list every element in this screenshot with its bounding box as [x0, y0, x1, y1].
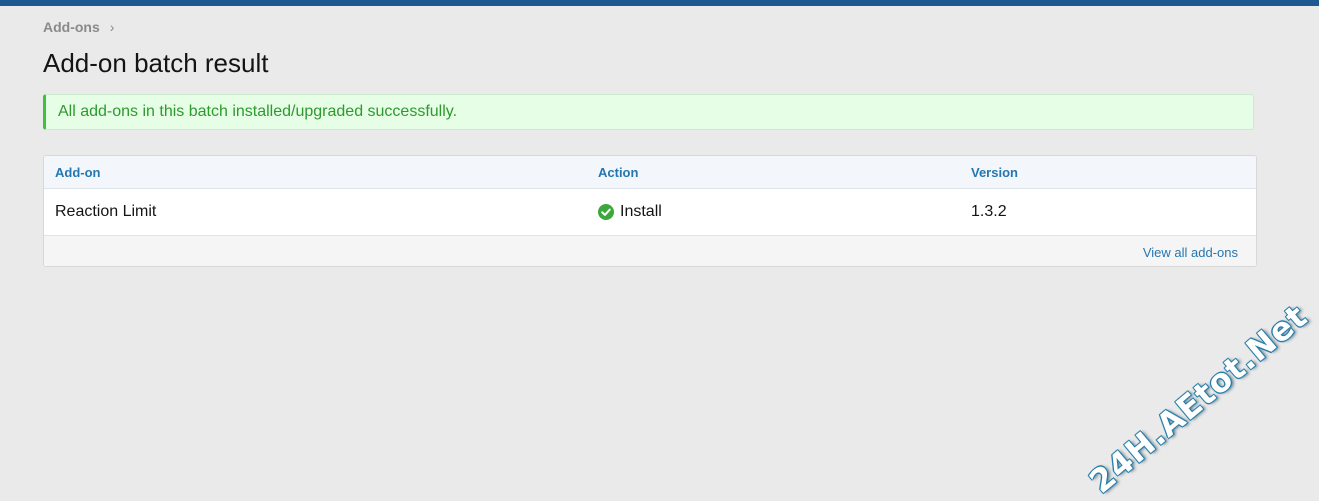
- breadcrumb: Add-ons ›: [43, 19, 114, 35]
- table-row: Reaction Limit Install 1.3.2: [44, 189, 1256, 236]
- batch-result-table: Add-on Action Version Reaction Limit Ins…: [43, 155, 1257, 267]
- chevron-right-icon: ›: [110, 19, 115, 35]
- page-title: Add-on batch result: [43, 48, 268, 79]
- cell-addon-name: Reaction Limit: [55, 203, 156, 221]
- breadcrumb-item-addons[interactable]: Add-ons: [43, 19, 100, 35]
- cell-version: 1.3.2: [971, 203, 1007, 221]
- alert-message: All add-ons in this batch installed/upgr…: [58, 103, 457, 121]
- cell-action-label: Install: [620, 203, 662, 221]
- check-circle-icon: [598, 204, 614, 220]
- view-all-addons-link[interactable]: View all add-ons: [1143, 245, 1238, 260]
- table-header: Add-on Action Version: [44, 156, 1256, 189]
- column-header-addon: Add-on: [55, 165, 100, 180]
- success-alert: All add-ons in this batch installed/upgr…: [43, 94, 1254, 130]
- column-header-action: Action: [598, 165, 638, 180]
- table-footer: View all add-ons: [44, 236, 1256, 267]
- cell-action: Install: [598, 203, 662, 221]
- top-bar: [0, 0, 1319, 6]
- watermark-logo: 24H.AEtot.Net: [1083, 297, 1315, 501]
- column-header-version: Version: [971, 165, 1018, 180]
